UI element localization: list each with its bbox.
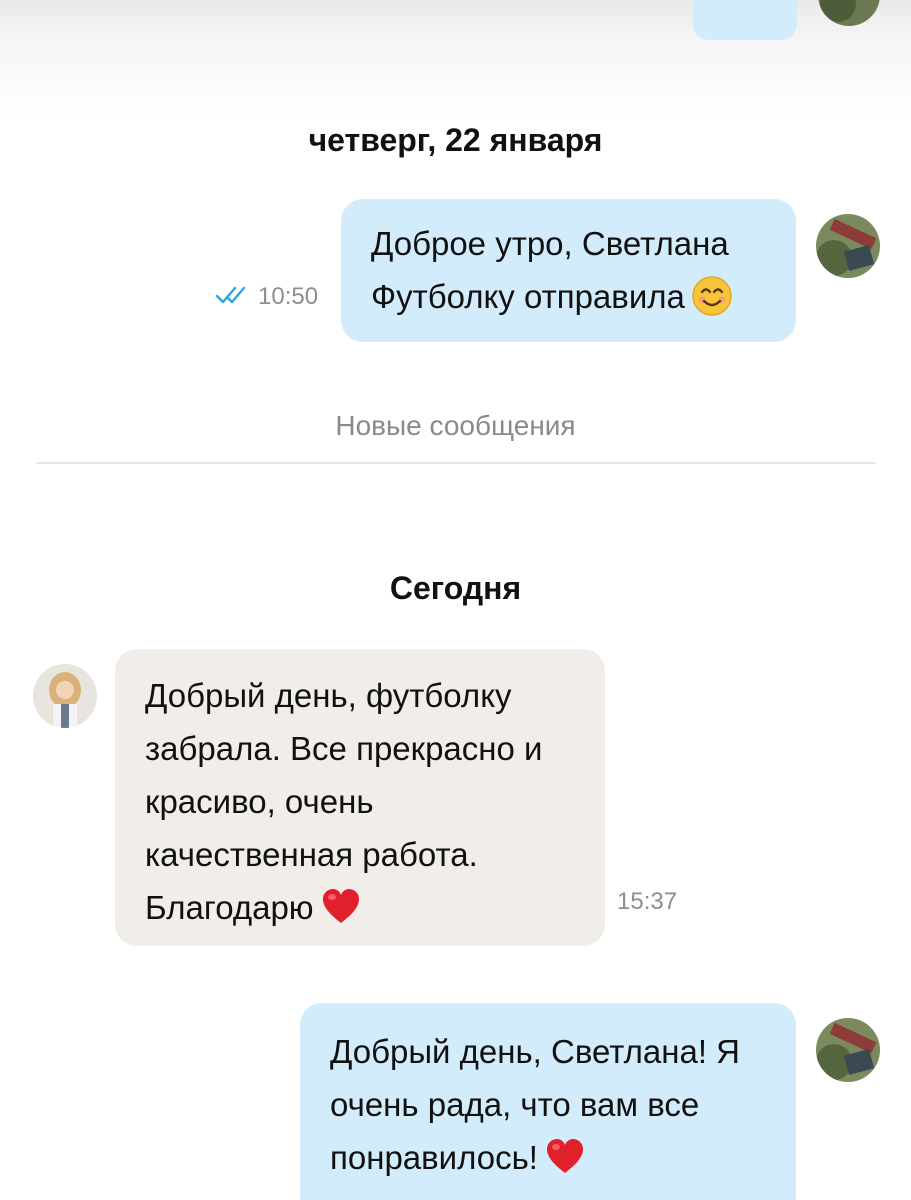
self-avatar[interactable]: [816, 214, 880, 278]
message-text: Добрый день, Светлана! Я: [330, 1033, 741, 1070]
contact-avatar[interactable]: [33, 664, 97, 728]
message-text: Доброе утро, Светлана: [371, 225, 729, 262]
new-messages-divider: [36, 462, 876, 464]
date-separator-today: Сегодня: [389, 570, 522, 606]
message-text-line: Футболку отправила: [371, 270, 796, 323]
new-messages-label: Новые сообщения: [335, 410, 576, 441]
message-text: очень рада, что вам все: [330, 1086, 700, 1123]
smiling-face-icon: [692, 276, 732, 317]
message-text: красиво, очень: [145, 783, 374, 820]
avatar-icon: [816, 214, 880, 278]
message-bubble-outgoing[interactable]: Добрый день, Светлана! Я очень рада, что…: [300, 1003, 796, 1200]
message-text: Добрый день, футболку: [145, 677, 512, 714]
message-text: качественная работа.: [145, 836, 478, 873]
date-separator: четверг, 22 января: [308, 122, 603, 158]
avatar-icon: [33, 664, 97, 728]
double-check-icon: [215, 286, 246, 304]
message-text: забрала. Все прекрасно и: [145, 730, 543, 767]
previous-message-bubble[interactable]: [693, 0, 797, 40]
self-avatar[interactable]: [816, 1018, 880, 1082]
red-heart-icon: [322, 889, 359, 924]
chat-screen: четверг, 22 января Доброе утро, Светлана…: [0, 0, 911, 1200]
message-text-line: Благодарю: [145, 881, 605, 934]
message-text-line: понравилось!: [330, 1131, 796, 1184]
message-time: 15:37: [617, 888, 678, 915]
avatar-icon: [816, 1018, 880, 1082]
message-time: 10:50: [258, 283, 319, 310]
message-bubble-outgoing[interactable]: Доброе утро, Светлана Футболку отправила: [341, 199, 796, 342]
red-heart-icon: [546, 1139, 583, 1174]
message-bubble-incoming[interactable]: Добрый день, футболку забрала. Все прекр…: [115, 649, 605, 946]
